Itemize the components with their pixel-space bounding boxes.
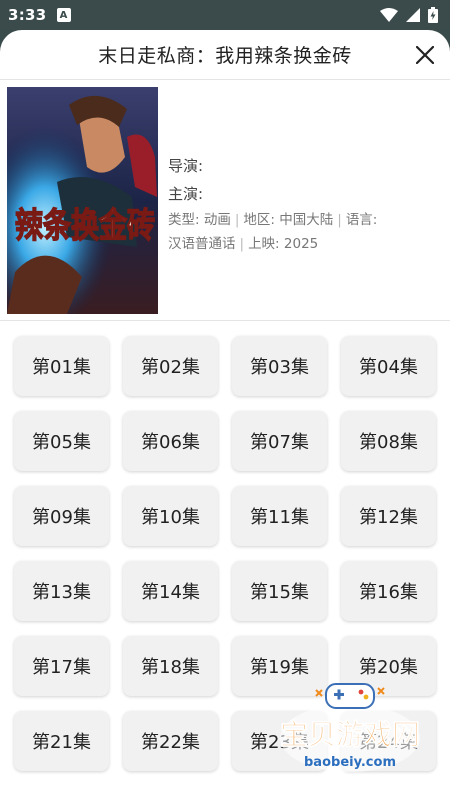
status-icons (380, 7, 438, 23)
episode-button[interactable]: 第06集 (123, 411, 218, 471)
region-label: 地区: 中国大陆 (243, 212, 334, 228)
episode-button[interactable]: 第22集 (123, 711, 218, 771)
cast-label: 主演: (168, 185, 204, 203)
notification-badge-icon: A (56, 8, 71, 22)
episode-button[interactable]: 第09集 (14, 486, 109, 546)
language-label: 语言: (345, 212, 378, 228)
meta-line-1: 类型: 动画 | 地区: 中国大陆 | 语言: (168, 208, 440, 232)
watermark-logo: 宝贝游戏网 baobeiy.com (280, 683, 420, 772)
sheet-header: 末日走私商：我用辣条换金砖 (0, 30, 450, 80)
status-time: 3:33 (8, 6, 47, 24)
poster-title-text: 辣条换金砖 (15, 206, 155, 246)
language-value: 汉语普通话 (168, 236, 236, 252)
wifi-icon (380, 8, 398, 22)
poster-art: 辣条换金砖 (7, 87, 158, 314)
episode-button[interactable]: 第03集 (232, 336, 327, 396)
episode-button[interactable]: 第13集 (14, 561, 109, 621)
meta-line-2: 汉语普通话 | 上映: 2025 (168, 232, 440, 256)
type-label: 类型: 动画 (168, 212, 231, 228)
episode-button[interactable]: 第01集 (14, 336, 109, 396)
episode-button[interactable]: 第12集 (341, 486, 436, 546)
episode-button[interactable]: 第16集 (341, 561, 436, 621)
episode-button[interactable]: 第14集 (123, 561, 218, 621)
battery-icon (428, 7, 438, 23)
episode-button[interactable]: 第08集 (341, 411, 436, 471)
episode-button[interactable]: 第10集 (123, 486, 218, 546)
page-title: 末日走私商：我用辣条换金砖 (98, 45, 352, 67)
site-watermark: 宝贝游戏网 baobeiy.com (270, 676, 430, 776)
status-bar: 3:33 A (0, 0, 450, 30)
separator: | (337, 212, 342, 228)
episode-button[interactable]: 第07集 (232, 411, 327, 471)
separator: | (234, 212, 240, 228)
poster-image[interactable]: 辣条换金砖 (7, 87, 158, 314)
episode-button[interactable]: 第15集 (232, 561, 327, 621)
gamepad-icon (315, 683, 385, 709)
signal-icon (406, 8, 420, 22)
episode-button[interactable]: 第05集 (14, 411, 109, 471)
episode-button[interactable]: 第02集 (123, 336, 218, 396)
watermark-brand: 宝贝游戏网 (280, 718, 420, 751)
episode-button[interactable]: 第11集 (232, 486, 327, 546)
close-icon (416, 46, 434, 64)
episode-button[interactable]: 第04集 (341, 336, 436, 396)
close-button[interactable] (412, 42, 438, 68)
episode-button[interactable]: 第17集 (14, 636, 109, 696)
episode-button[interactable]: 第18集 (123, 636, 218, 696)
separator: | (239, 236, 245, 252)
watermark-url: baobeiy.com (304, 755, 396, 770)
episode-button[interactable]: 第21集 (14, 711, 109, 771)
meta-block: 导演: 主演: 类型: 动画 | 地区: 中国大陆 | 语言: 汉语普通话 | 上映: 20… (168, 152, 440, 256)
director-label: 导演: (168, 157, 204, 175)
info-section: 辣条换金砖 导演: 主演: 类型: 动画 | 地区: 中国大陆 | 语言: 汉语普通话 |… (0, 80, 450, 321)
release-label: 上映: 2025 (248, 236, 319, 252)
